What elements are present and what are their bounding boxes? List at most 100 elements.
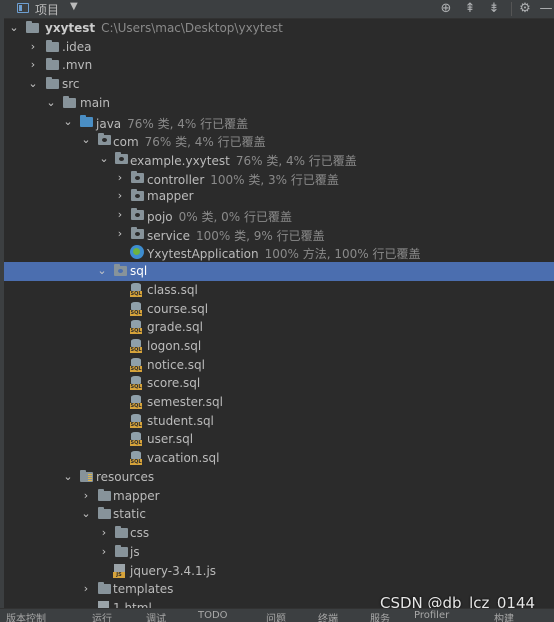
package-label: mapper <box>147 189 194 204</box>
project-panel-header: 项目 ▼ ⊕ ⇞ ⇟ ⚙ — <box>0 0 554 19</box>
folder-icon <box>98 582 111 595</box>
chevron-right-icon[interactable]: › <box>114 169 126 187</box>
folder-icon <box>46 58 59 71</box>
chevron-right-icon[interactable]: › <box>80 487 92 505</box>
tool-tab-version-control[interactable]: 版本控制 <box>6 610 46 622</box>
sql-file-icon: SQL <box>130 282 142 297</box>
tree-row-res-mapper[interactable]: › mapper <box>4 487 554 506</box>
sql-file-icon: SQL <box>130 301 142 316</box>
tree-row-sql-file[interactable]: SQL student.sql <box>4 412 554 431</box>
tree-row-sql-file[interactable]: SQL logon.sql <box>4 337 554 356</box>
chevron-down-icon[interactable]: ⌄ <box>62 113 74 131</box>
chevron-down-icon[interactable]: ⌄ <box>80 505 92 523</box>
tool-tab-problems[interactable]: 问题 <box>266 610 286 622</box>
folder-icon <box>98 507 111 520</box>
chevron-down-icon[interactable]: ⌄ <box>62 468 74 486</box>
tree-row-resources[interactable]: ⌄ resources <box>4 468 554 487</box>
divider <box>511 2 512 16</box>
tool-tab-terminal[interactable]: 终端 <box>318 610 338 622</box>
folder-label: js <box>130 544 140 559</box>
coverage-label: 76% 类, 4% 行已覆盖 <box>127 116 249 131</box>
tool-tab-profiler[interactable]: Profiler <box>414 610 449 621</box>
coverage-label: 0% 类, 0% 行已覆盖 <box>178 210 292 224</box>
chevron-right-icon[interactable]: › <box>114 206 126 224</box>
folder-icon <box>26 21 39 33</box>
tool-tab-todo[interactable]: TODO <box>198 610 228 621</box>
tree-row-service[interactable]: › service 100% 类, 9% 行已覆盖 <box>4 225 554 244</box>
tree-row-mvn[interactable]: › .mvn <box>4 56 554 75</box>
file-label: student.sql <box>147 413 214 428</box>
tool-tab-services[interactable]: 服务 <box>370 610 390 622</box>
chevron-right-icon[interactable]: › <box>114 187 126 205</box>
tree-row-mapper[interactable]: › mapper <box>4 187 554 206</box>
tree-row-idea[interactable]: › .idea <box>4 38 554 57</box>
file-label: grade.sql <box>147 320 203 335</box>
folder-icon <box>63 95 76 108</box>
folder-icon <box>115 544 128 557</box>
package-label: controller <box>147 172 205 187</box>
tool-tab-build[interactable]: 构建 <box>494 610 514 622</box>
folder-label: resources <box>96 470 155 484</box>
collapse-all-icon[interactable]: ⇟ <box>485 0 503 18</box>
chevron-right-icon[interactable]: › <box>80 580 92 598</box>
project-tool-window: 项目 ▼ ⊕ ⇞ ⇟ ⚙ — ⌄ yxytest C:\Users\mac\Des… <box>0 0 554 622</box>
tree-row-main[interactable]: ⌄ main <box>4 94 554 113</box>
tool-tab-debug[interactable]: 调试 <box>146 610 166 622</box>
folder-label: templates <box>113 582 174 597</box>
tree-row-jquery[interactable]: JS jquery-3.4.1.js <box>4 562 554 581</box>
package-icon <box>115 151 128 164</box>
tree-row-application[interactable]: YxytestApplication 100% 方法, 100% 行已覆盖 <box>4 243 554 262</box>
folder-label: src <box>62 77 80 92</box>
tree-row-sql-file[interactable]: SQL grade.sql <box>4 318 554 337</box>
chevron-down-icon[interactable]: ⌄ <box>45 94 57 112</box>
tree-row-sql-file[interactable]: SQL vacation.sql <box>4 449 554 468</box>
tree-row-css[interactable]: › css <box>4 524 554 543</box>
tree-row-sql-file[interactable]: SQL course.sql <box>4 300 554 319</box>
coverage-label: 100% 方法, 100% 行已覆盖 <box>264 247 421 262</box>
chevron-right-icon[interactable]: › <box>98 543 110 561</box>
tree-row-example[interactable]: ⌄ example.yxytest 76% 类, 4% 行已覆盖 <box>4 150 554 169</box>
target-icon[interactable]: ⊕ <box>437 0 455 18</box>
tree-row-java[interactable]: ⌄ java 76% 类, 4% 行已覆盖 <box>4 113 554 132</box>
tree-row-pojo[interactable]: › pojo 0% 类, 0% 行已覆盖 <box>4 206 554 225</box>
gear-icon[interactable]: ⚙ <box>516 0 534 18</box>
coverage-label: 76% 类, 4% 行已覆盖 <box>235 153 357 168</box>
package-icon <box>131 226 144 239</box>
chevron-right-icon[interactable]: › <box>27 38 39 56</box>
tree-row-com[interactable]: ⌄ com 76% 类, 4% 行已覆盖 <box>4 131 554 150</box>
tree-row-root[interactable]: ⌄ yxytest C:\Users\mac\Desktop\yxytest <box>4 19 554 38</box>
chevron-down-icon[interactable]: ⌄ <box>8 19 20 37</box>
js-file-icon: JS <box>113 563 125 578</box>
tool-tab-run[interactable]: 运行 <box>92 610 112 622</box>
folder-label: mapper <box>113 488 160 503</box>
class-label: YxytestApplication <box>147 247 259 262</box>
tree-row-controller[interactable]: › controller 100% 类, 3% 行已覆盖 <box>4 169 554 188</box>
tree-row-sql-file[interactable]: SQL user.sql <box>4 430 554 449</box>
file-label: vacation.sql <box>147 451 220 466</box>
chevron-down-icon[interactable]: ⌄ <box>80 131 92 149</box>
folder-icon <box>115 526 128 539</box>
chevron-right-icon[interactable]: › <box>98 524 110 542</box>
chevron-right-icon[interactable]: › <box>114 225 126 243</box>
chevron-down-icon[interactable]: ⌄ <box>96 262 108 280</box>
chevron-right-icon[interactable]: › <box>27 56 39 74</box>
tree-row-sql-file[interactable]: SQL class.sql <box>4 281 554 300</box>
tree-row-src[interactable]: ⌄ src <box>4 75 554 94</box>
resources-folder-icon <box>80 470 93 482</box>
panel-title[interactable]: 项目 <box>35 1 59 18</box>
tree-row-sql[interactable]: ⌄ sql <box>4 262 554 281</box>
file-label: logon.sql <box>147 338 202 353</box>
chevron-down-icon[interactable]: ⌄ <box>27 75 39 93</box>
tree-row-static[interactable]: ⌄ static <box>4 505 554 524</box>
tree-row-sql-file[interactable]: SQL notice.sql <box>4 356 554 375</box>
chevron-down-icon[interactable]: ⌄ <box>98 150 110 168</box>
project-icon <box>17 3 29 13</box>
tree-row-js[interactable]: › js <box>4 543 554 562</box>
project-path: C:\Users\mac\Desktop\yxytest <box>101 21 283 35</box>
tree-row-sql-file[interactable]: SQL semester.sql <box>4 393 554 412</box>
sql-file-icon: SQL <box>130 376 142 391</box>
tree-row-sql-file[interactable]: SQL score.sql <box>4 374 554 393</box>
chevron-down-icon[interactable]: ▼ <box>70 1 78 12</box>
minimize-icon[interactable]: — <box>537 0 554 18</box>
expand-all-icon[interactable]: ⇞ <box>461 0 479 18</box>
